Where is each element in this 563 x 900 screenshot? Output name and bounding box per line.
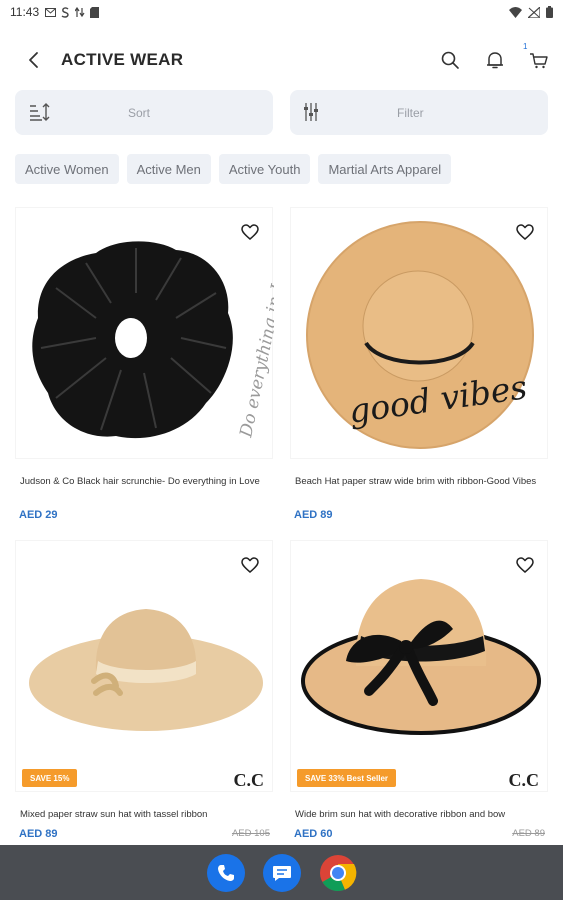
sort-label: Sort [128, 105, 151, 120]
chip-active-women[interactable]: Active Women [15, 154, 119, 184]
product-name: Wide brim sun hat with decorative ribbon… [295, 809, 506, 820]
product-card[interactable]: SAVE 15% C.C Mixed paper straw sun hat w… [15, 540, 273, 845]
product-image: SAVE 15% C.C [15, 540, 273, 792]
product-image: good vibes [290, 207, 548, 459]
status-notification-icons [45, 6, 100, 18]
app-bar: ACTIVE WEAR 1 [0, 38, 563, 82]
wifi-icon [509, 6, 522, 18]
phone-app-icon[interactable] [206, 853, 245, 892]
product-price: AED 89 [19, 828, 58, 840]
chip-active-youth[interactable]: Active Youth [218, 154, 311, 184]
data-icon [75, 6, 85, 17]
product-card[interactable]: Do everything in Lo Judson & Co Black ha… [15, 207, 291, 532]
bell-icon[interactable] [484, 49, 506, 71]
product-name: Judson & Co Black hair scrunchie- Do eve… [20, 476, 260, 487]
product-name: Beach Hat paper straw wide brim with rib… [295, 476, 537, 487]
bow-sun-hat-image [301, 579, 541, 735]
status-bar: 11:43 [0, 0, 563, 24]
cart-icon[interactable] [528, 49, 550, 71]
filter-label: Filter [397, 105, 424, 120]
category-chips: Active Women Active Men Active Youth Mar… [15, 154, 452, 184]
back-arrow-icon[interactable] [22, 48, 46, 72]
battery-icon [546, 6, 553, 18]
straw-sun-hat-image [29, 609, 263, 731]
good-vibes-hat-image: good vibes [306, 221, 534, 449]
heart-icon[interactable] [515, 222, 535, 242]
filter-icon [304, 103, 318, 121]
signal-icon [528, 6, 540, 18]
product-name: Mixed paper straw sun hat with tassel ri… [20, 809, 208, 820]
discount-badge: SAVE 15% [22, 769, 78, 787]
discount-badge: SAVE 33% Best Seller [297, 769, 397, 787]
system-dock [0, 845, 563, 900]
sort-button[interactable]: Sort [15, 90, 273, 135]
chrome-app-icon[interactable] [319, 854, 357, 892]
messages-app-icon[interactable] [262, 853, 301, 892]
product-price: AED 89 [294, 509, 333, 521]
brand-logo: C.C [233, 770, 265, 790]
page-title: ACTIVE WEAR [61, 50, 184, 69]
product-old-price: AED 89 [512, 828, 545, 839]
product-image: SAVE 33% Best Seller C.C [290, 540, 548, 792]
brand-logo: C.C [508, 770, 540, 790]
product-price: AED 29 [19, 509, 58, 521]
heart-icon[interactable] [240, 555, 260, 575]
product-card[interactable]: SAVE 33% Best Seller C.C Wide brim sun h… [290, 540, 548, 845]
product-card[interactable]: good vibes Beach Hat paper straw wide br… [290, 207, 548, 532]
heart-icon[interactable] [515, 555, 535, 575]
storage-icon [90, 6, 100, 18]
status-time: 11:43 [10, 5, 40, 19]
scrunchie-image: Do everything in Lo [32, 241, 291, 440]
chip-martial-arts-apparel[interactable]: Martial Arts Apparel [318, 154, 452, 184]
status-system-icons [509, 6, 553, 18]
search-icon[interactable] [439, 49, 461, 71]
mail-icon [45, 7, 57, 17]
filter-button[interactable]: Filter [290, 90, 548, 135]
sort-icon [30, 103, 50, 121]
image-script-text: Do everything in Lo [236, 268, 274, 440]
product-price: AED 60 [294, 828, 333, 840]
chip-active-men[interactable]: Active Men [126, 154, 211, 184]
s-icon [61, 6, 69, 18]
product-old-price: AED 105 [231, 828, 270, 839]
product-image: Do everything in Lo [15, 207, 291, 459]
cart-count-badge: 1 [523, 42, 528, 51]
heart-icon[interactable] [240, 222, 260, 242]
